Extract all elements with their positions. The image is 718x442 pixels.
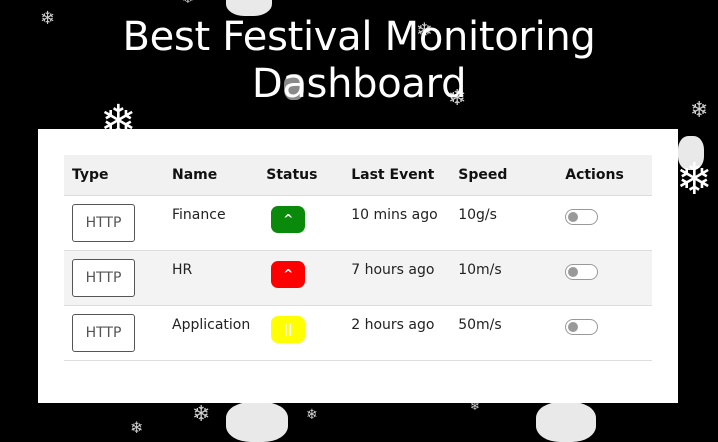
type-http-button[interactable]: HTTP xyxy=(72,203,135,242)
monitor-table: Type Name Status Last Event Speed Action… xyxy=(64,155,652,361)
last-event-cell: 10 mins ago xyxy=(351,206,438,223)
speed-cell: 50m/s xyxy=(458,316,502,333)
page-title: Best Festival Monitoring Dashboard xyxy=(0,14,718,108)
speed-cell: 10g/s xyxy=(458,206,497,223)
snow-blob xyxy=(226,402,288,442)
last-event-cell: 7 hours ago xyxy=(351,261,435,278)
table-row: HTTP HR ^ 7 hours ago 10m/s xyxy=(64,250,652,305)
toggle-knob xyxy=(568,211,579,222)
action-toggle[interactable] xyxy=(565,318,599,335)
status-badge: ^ xyxy=(271,205,306,233)
name-cell: Finance xyxy=(172,206,226,223)
toggle-knob xyxy=(568,266,579,277)
snowflake-icon: ❄ xyxy=(130,418,144,437)
type-http-button[interactable]: HTTP xyxy=(72,313,135,352)
snowflake-icon: ❄ xyxy=(182,0,194,6)
column-header-status: Status xyxy=(266,166,318,183)
snowflake-icon: ❄ xyxy=(192,402,211,427)
name-cell: HR xyxy=(172,261,193,278)
status-badge: || xyxy=(271,315,306,343)
snow-blob xyxy=(536,402,596,442)
action-toggle[interactable] xyxy=(565,208,599,225)
table-row: HTTP Finance ^ 10 mins ago 10g/s xyxy=(64,195,652,250)
snowflake-icon: ❄ xyxy=(306,407,318,423)
toggle-knob xyxy=(568,321,579,332)
column-header-type: Type xyxy=(72,166,109,183)
status-badge: ^ xyxy=(271,260,306,288)
snowflake-icon: ❄ xyxy=(676,154,713,205)
column-header-speed: Speed xyxy=(458,166,508,183)
table-header-row: Type Name Status Last Event Speed Action… xyxy=(64,155,652,195)
speed-cell: 10m/s xyxy=(458,261,502,278)
column-header-name: Name xyxy=(172,166,218,183)
column-header-last-event: Last Event xyxy=(351,166,435,183)
page-title-line2: Dashboard xyxy=(251,61,467,107)
table-row: HTTP Application || 2 hours ago 50m/s xyxy=(64,305,652,360)
name-cell: Application xyxy=(172,316,251,333)
action-toggle[interactable] xyxy=(565,263,599,280)
monitor-panel: Type Name Status Last Event Speed Action… xyxy=(38,129,678,403)
last-event-cell: 2 hours ago xyxy=(351,316,435,333)
column-header-actions: Actions xyxy=(565,166,624,183)
page-title-line1: Best Festival Monitoring xyxy=(122,14,596,60)
type-http-button[interactable]: HTTP xyxy=(72,258,135,297)
